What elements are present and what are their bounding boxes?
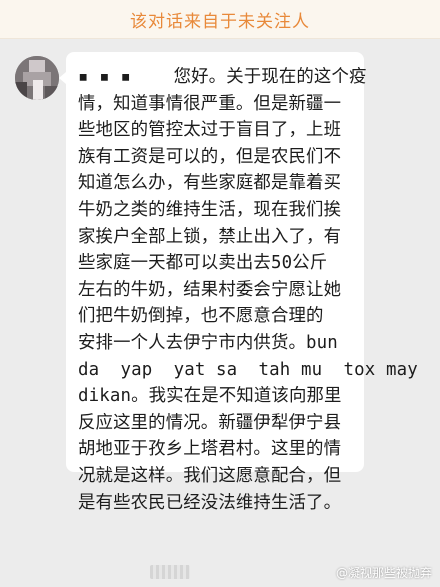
- sender-avatar[interactable]: [15, 56, 59, 100]
- blurred-timestamp: [150, 565, 190, 579]
- watermark: @凝视那些被抛弃: [335, 566, 432, 580]
- unfollowed-notice-banner: 该对话来自于未关注人: [0, 0, 440, 39]
- unfollowed-notice-text: 该对话来自于未关注人: [130, 11, 310, 32]
- message-bubble[interactable]: ▪ ▪ ▪ 您好。关于现在的这个疫 情，知道事情很严重。但是新疆一 些地区的管控…: [59, 52, 418, 513]
- message-text: ▪ ▪ ▪ 您好。关于现在的这个疫 情，知道事情很严重。但是新疆一 些地区的管控…: [78, 67, 418, 513]
